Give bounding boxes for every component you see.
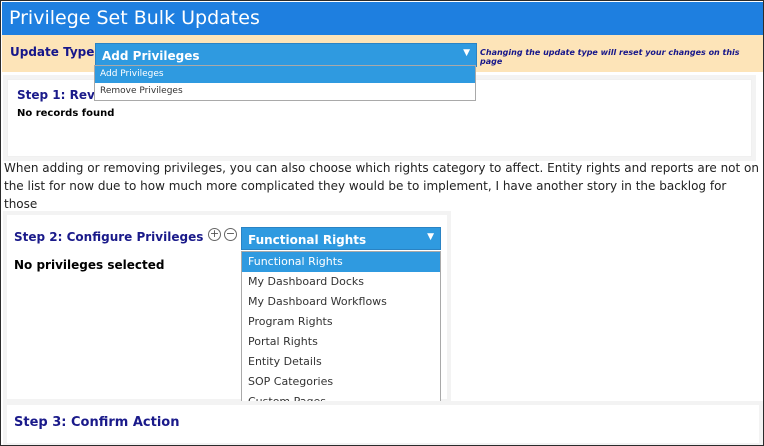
update-type-select[interactable]: Add Privileges ▼: [95, 43, 477, 67]
update-type-label: Update Type:: [10, 45, 100, 59]
rights-category-value: Functional Rights: [248, 233, 367, 247]
chevron-down-icon: ▼: [463, 48, 470, 58]
update-type-hint: Changing the update type will reset your…: [480, 48, 740, 66]
step3-panel: Step 3: Confirm Action: [7, 405, 759, 443]
rights-option[interactable]: Portal Rights: [242, 332, 440, 352]
step1-empty: No records found: [17, 108, 115, 119]
chevron-down-icon: ▼: [427, 232, 434, 242]
plus-circle-icon[interactable]: +: [208, 228, 221, 241]
step3-title: Step 3: Confirm Action: [14, 415, 180, 430]
rights-option[interactable]: My Dashboard Docks: [242, 272, 440, 292]
rights-category-dropdown: Functional Rights My Dashboard Docks My …: [241, 251, 441, 412]
rights-category-select[interactable]: Functional Rights ▼: [241, 227, 441, 250]
page-title: Privilege Set Bulk Updates: [2, 2, 763, 35]
update-type-value: Add Privileges: [102, 49, 200, 63]
step2-empty: No privileges selected: [14, 258, 165, 272]
info-note: When adding or removing privileges, you …: [4, 161, 759, 211]
window: Privilege Set Bulk Updates Update Type: …: [0, 0, 764, 446]
minus-circle-icon[interactable]: −: [224, 228, 237, 241]
update-type-option[interactable]: Add Privileges: [95, 66, 475, 83]
rights-option[interactable]: Functional Rights: [242, 252, 440, 272]
rights-option[interactable]: SOP Categories: [242, 372, 440, 392]
rights-option[interactable]: My Dashboard Workflows: [242, 292, 440, 312]
step2-title: Step 2: Configure Privileges: [14, 230, 204, 244]
update-type-option[interactable]: Remove Privileges: [95, 83, 475, 100]
rights-option[interactable]: Program Rights: [242, 312, 440, 332]
rights-option[interactable]: Entity Details: [242, 352, 440, 372]
update-type-dropdown: Add Privileges Remove Privileges: [94, 65, 476, 101]
